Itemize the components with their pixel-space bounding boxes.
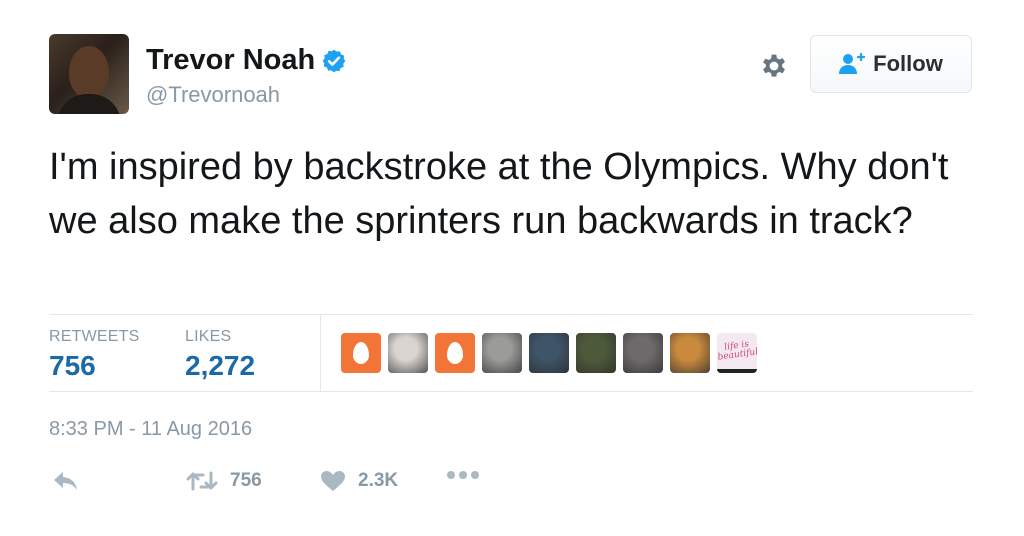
like-count: 2.3K <box>358 470 399 491</box>
retweet-count: 756 <box>230 470 262 491</box>
stats-vertical-divider <box>320 315 321 391</box>
egg-icon <box>353 342 369 364</box>
user-name-row[interactable]: Trevor Noah <box>146 44 347 77</box>
avatar-shirt <box>57 94 121 114</box>
retweet-icon <box>186 471 218 491</box>
likes-count[interactable]: 2,272 <box>185 350 255 382</box>
liker-avatar[interactable] <box>482 333 522 373</box>
reply-button[interactable] <box>52 470 80 492</box>
avatar-face <box>69 46 109 98</box>
reply-icon <box>54 472 77 490</box>
more-button[interactable] <box>446 470 480 480</box>
user-name[interactable]: Trevor Noah <box>146 44 315 77</box>
liker-avatars: life is beautiful <box>341 333 757 373</box>
egg-icon <box>447 342 463 364</box>
liker-avatar[interactable] <box>341 333 381 373</box>
tweet-text: I'm inspired by backstroke at the Olympi… <box>49 146 949 242</box>
gear-icon[interactable] <box>758 50 790 82</box>
user-avatar[interactable] <box>49 34 129 114</box>
likes-label[interactable]: LIKES <box>185 328 231 346</box>
like-button[interactable]: 2.3K <box>320 470 398 492</box>
liker-avatar-text: life is beautiful <box>717 339 757 363</box>
liker-avatar[interactable] <box>529 333 569 373</box>
follow-button-label: Follow <box>873 51 943 76</box>
heart-icon <box>321 471 345 491</box>
retweet-button[interactable]: 756 <box>186 470 262 492</box>
more-icon <box>447 471 479 479</box>
liker-avatar[interactable] <box>623 333 663 373</box>
liker-avatar[interactable] <box>670 333 710 373</box>
retweets-count[interactable]: 756 <box>49 350 96 382</box>
liker-avatar[interactable] <box>388 333 428 373</box>
liker-avatar[interactable]: life is beautiful <box>717 333 757 373</box>
user-handle[interactable]: @Trevornoah <box>146 82 280 108</box>
verified-badge-icon <box>322 49 346 72</box>
tweet-timestamp[interactable]: 8:33 PM - 11 Aug 2016 <box>49 418 252 441</box>
follow-button[interactable]: Follow <box>810 35 972 93</box>
liker-avatar[interactable] <box>435 333 475 373</box>
add-user-icon <box>839 53 866 74</box>
retweets-label[interactable]: RETWEETS <box>49 328 140 346</box>
stats-top-divider <box>49 314 973 315</box>
liker-avatar[interactable] <box>576 333 616 373</box>
stats-bottom-divider <box>49 391 973 392</box>
